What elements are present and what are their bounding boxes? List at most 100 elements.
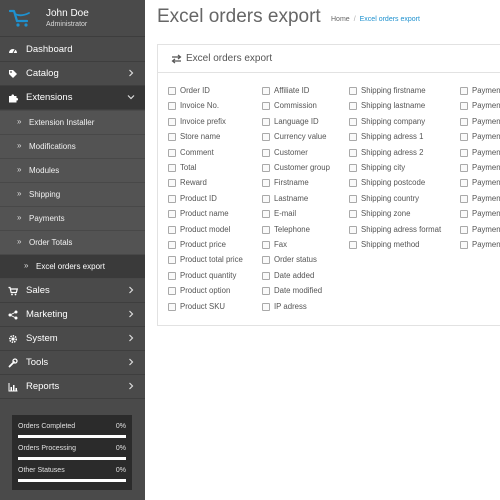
field-checkbox[interactable] — [349, 194, 357, 203]
field-checkbox[interactable] — [262, 164, 270, 172]
field-checkbox[interactable] — [168, 133, 176, 142]
panel-heading: Excel orders export — [158, 45, 500, 73]
field-checkbox[interactable] — [168, 117, 176, 126]
menu-item-sales[interactable]: Sales — [0, 279, 145, 303]
menu-item-reports[interactable]: Reports — [0, 375, 145, 399]
menu-item-marketing[interactable]: Marketing — [0, 303, 145, 327]
field-label: Product model — [180, 224, 231, 234]
field-checkbox[interactable] — [349, 133, 357, 142]
field-label: Shipping adress 1 — [361, 132, 424, 142]
field-checkbox[interactable] — [262, 194, 270, 203]
field-label: Comment — [180, 147, 214, 157]
breadcrumb-separator: / — [353, 16, 356, 23]
stat-percent: 0% — [115, 445, 126, 452]
field-checkbox[interactable] — [460, 117, 468, 126]
field-checkbox[interactable] — [349, 210, 357, 219]
menu-item-system[interactable]: System — [0, 327, 145, 351]
field-checkbox[interactable] — [460, 179, 468, 188]
field-checkbox[interactable] — [168, 102, 176, 111]
bar-chart-icon — [8, 383, 18, 392]
menu-item-catalog[interactable]: Catalog — [0, 62, 145, 86]
user-role: Administrator — [46, 21, 88, 28]
field-checkbox[interactable] — [168, 148, 176, 157]
submenu-item-shipping[interactable]: » Shipping — [0, 183, 145, 207]
field-label: Paymen — [472, 193, 500, 203]
field-label: Customer — [274, 147, 308, 157]
field-checkbox[interactable] — [460, 102, 468, 111]
menu-item-extensions[interactable]: Extensions — [0, 86, 145, 110]
menu-item-tools[interactable]: Tools — [0, 351, 145, 375]
field-checkbox[interactable] — [460, 148, 468, 157]
breadcrumb-current-link[interactable]: Excel orders export — [360, 16, 420, 23]
submenu-item-modifications[interactable]: » Modifications — [0, 135, 145, 159]
cart-icon — [8, 286, 18, 296]
submenu-item-order-totals[interactable]: » Order Totals — [0, 231, 145, 255]
field-checkbox[interactable] — [460, 210, 468, 219]
field-checkbox[interactable] — [168, 287, 176, 296]
page-title: Excel orders export — [157, 6, 321, 27]
field-checkbox[interactable] — [460, 194, 468, 203]
field-checkbox[interactable] — [262, 256, 270, 265]
field-checkbox[interactable] — [168, 194, 176, 203]
submenu-item-payments[interactable]: » Payments — [0, 207, 145, 231]
field-checkbox[interactable] — [460, 241, 468, 249]
field-checkbox[interactable] — [349, 241, 357, 249]
breadcrumb-home-link[interactable]: Home — [331, 16, 350, 23]
field-checkbox[interactable] — [168, 302, 176, 311]
field-label: Shipping adress format — [361, 224, 442, 234]
field-checkbox[interactable] — [262, 287, 270, 296]
submenu-item-excel-orders-export[interactable]: » Excel orders export — [0, 255, 145, 279]
field-checkbox[interactable] — [262, 271, 270, 280]
field-checkbox[interactable] — [349, 87, 357, 95]
field-checkbox[interactable] — [349, 179, 357, 188]
progress-bar — [18, 435, 126, 438]
field-checkbox[interactable] — [349, 148, 357, 157]
submenu-label: Payments — [29, 214, 65, 223]
field-label: Paymen — [472, 209, 500, 219]
field-checkbox[interactable] — [262, 210, 270, 219]
field-checkbox[interactable] — [168, 271, 176, 280]
field-checkbox[interactable] — [349, 117, 357, 126]
field-checkbox[interactable] — [262, 302, 270, 311]
field-checkbox[interactable] — [349, 225, 357, 234]
field-checkbox[interactable] — [262, 102, 270, 111]
main-content: Excel orders export Home / Excel orders ex… — [145, 0, 500, 500]
submenu-item-modules[interactable]: » Modules — [0, 159, 145, 183]
field-checkbox[interactable] — [262, 133, 270, 142]
field-checkbox[interactable] — [168, 179, 176, 188]
progress-bar — [18, 457, 126, 460]
field-checkbox[interactable] — [168, 164, 176, 172]
field-checkbox[interactable] — [168, 225, 176, 234]
field-checkbox[interactable] — [262, 225, 270, 234]
double-angle-right-icon: » — [17, 189, 22, 198]
stat-label: Other Statuses — [18, 467, 65, 474]
field-checkbox[interactable] — [460, 87, 468, 95]
field-checkbox[interactable] — [460, 133, 468, 142]
menu-item-dashboard[interactable]: Dashboard — [0, 38, 145, 62]
field-checkbox[interactable] — [168, 87, 176, 95]
field-checkbox[interactable] — [349, 164, 357, 172]
field-label: Commission — [274, 101, 317, 111]
field-label: Paymen — [472, 178, 500, 188]
field-checkbox[interactable] — [262, 179, 270, 188]
field-checkbox[interactable] — [168, 241, 176, 249]
field-checkbox[interactable] — [349, 102, 357, 111]
field-checkbox[interactable] — [262, 117, 270, 126]
field-label: E-mail — [274, 209, 297, 219]
submenu-label: Order Totals — [29, 238, 73, 247]
field-checkbox[interactable] — [262, 241, 270, 249]
field-checkbox[interactable] — [262, 148, 270, 157]
submenu-label: Modifications — [29, 142, 76, 151]
field-checkbox[interactable] — [460, 164, 468, 172]
submenu-item-extension-installer[interactable]: » Extension Installer — [0, 111, 145, 135]
field-label: Language ID — [274, 116, 319, 126]
field-label: Shipping country — [361, 193, 420, 203]
field-checkbox[interactable] — [460, 225, 468, 234]
user-profile[interactable]: John Doe Administrator — [0, 0, 145, 37]
field-checkbox[interactable] — [168, 210, 176, 219]
field-checkbox[interactable] — [168, 256, 176, 265]
field-label: Paymen — [472, 101, 500, 111]
field-label: Product total price — [180, 255, 243, 265]
field-checkbox[interactable] — [262, 87, 270, 95]
progress-bar — [18, 479, 126, 482]
